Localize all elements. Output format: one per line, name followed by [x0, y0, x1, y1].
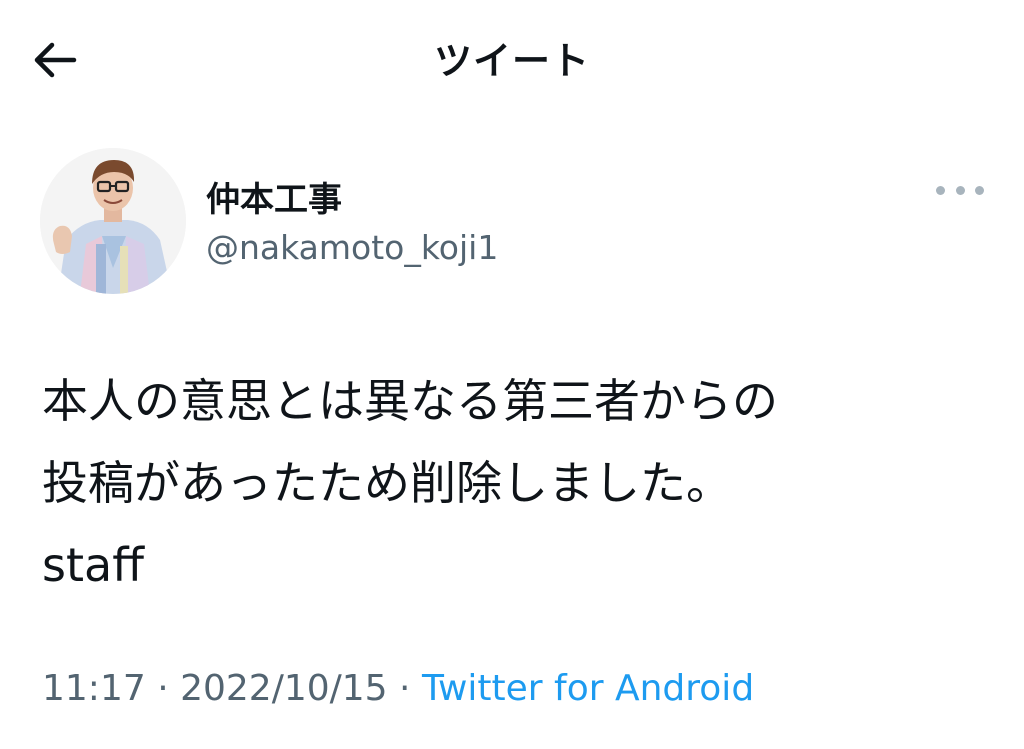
meta-separator: ·	[145, 668, 181, 709]
meta-separator: ·	[387, 668, 422, 709]
tweet-text-line: 投稿があったため削除しました。	[42, 456, 732, 510]
tweet-source-link[interactable]: Twitter for Android	[422, 668, 754, 709]
display-name[interactable]: 仲本工事	[206, 172, 342, 221]
avatar-image	[40, 148, 186, 294]
top-bar: ツイート	[0, 0, 1024, 118]
tweet-text-line: staff	[42, 538, 144, 592]
more-horizontal-icon-dot	[936, 185, 945, 195]
tweet-page: ツイート 仲本工事 @nakamoto_koji1 本人の意思とは異なる第三者か…	[0, 0, 1024, 749]
more-horizontal-icon-dot	[955, 185, 965, 195]
author-row: 仲本工事 @nakamoto_koji1	[40, 148, 984, 298]
tweet-date[interactable]: 2022/10/15	[180, 668, 388, 709]
tweet-text: 本人の意思とは異なる第三者からの 投稿があったため削除しました。 staff	[42, 360, 992, 606]
more-options-button[interactable]	[936, 178, 984, 202]
more-horizontal-icon-dot	[975, 185, 984, 195]
user-handle[interactable]: @nakamoto_koji1	[206, 228, 498, 267]
tweet-metadata: 11:17 · 2022/10/15 · Twitter for Android	[42, 668, 754, 709]
avatar[interactable]	[40, 148, 186, 294]
page-title: ツイート	[433, 39, 590, 83]
tweet-text-line: 本人の意思とは異なる第三者からの	[42, 374, 778, 428]
tweet-time[interactable]: 11:17	[42, 668, 146, 709]
